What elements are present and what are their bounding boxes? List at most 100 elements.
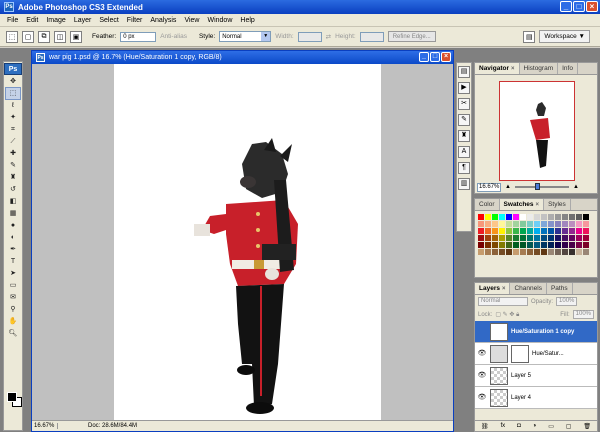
color-swatch[interactable] [478, 249, 484, 255]
color-swatch[interactable] [576, 214, 582, 220]
workspace-button[interactable]: Workspace ▼ [539, 30, 590, 43]
fx-icon[interactable]: fx [501, 423, 506, 429]
color-swatch[interactable] [576, 228, 582, 234]
color-swatch[interactable] [513, 214, 519, 220]
color-swatch[interactable] [548, 242, 554, 248]
color-swatch[interactable] [492, 228, 498, 234]
color-swatch[interactable] [492, 235, 498, 241]
color-swatch[interactable] [569, 242, 575, 248]
marquee-tool-icon[interactable]: ⬚ [5, 87, 21, 100]
color-swatch[interactable] [576, 249, 582, 255]
tool-preset-icon[interactable]: ▤ [523, 30, 536, 43]
color-swatch[interactable] [506, 235, 512, 241]
color-swatch[interactable] [541, 242, 547, 248]
color-swatch[interactable] [548, 249, 554, 255]
menu-select[interactable]: Select [95, 17, 122, 24]
tool-presets-icon[interactable]: ✂ [458, 98, 470, 110]
blend-mode-select[interactable]: Normal [478, 297, 528, 306]
color-swatch[interactable] [534, 235, 540, 241]
color-swatch[interactable] [520, 221, 526, 227]
color-swatch[interactable] [541, 235, 547, 241]
doc-maximize-button[interactable]: □ [430, 52, 440, 62]
zoom-level[interactable]: 16.67% [32, 423, 58, 429]
color-swatch[interactable] [534, 249, 540, 255]
eye-icon[interactable] [477, 327, 487, 337]
notes-tool-icon[interactable]: ✉ [6, 292, 20, 303]
color-swatch[interactable] [562, 221, 568, 227]
color-swatch[interactable] [520, 228, 526, 234]
brushes-panel-icon[interactable]: ✎ [458, 114, 470, 126]
foreground-color-swatch[interactable] [7, 392, 17, 402]
color-swatch[interactable] [506, 221, 512, 227]
color-swatch[interactable] [485, 249, 491, 255]
magic-wand-tool-icon[interactable]: ✦ [6, 112, 20, 123]
slice-tool-icon[interactable]: ⟋ [6, 136, 20, 147]
color-swatch[interactable] [548, 228, 554, 234]
link-icon[interactable]: ⛓ [481, 423, 489, 430]
style-select[interactable]: Normal ▼ [219, 31, 272, 42]
close-icon[interactable]: × [511, 66, 515, 72]
color-swatch[interactable] [499, 221, 505, 227]
tab-swatches[interactable]: Swatches × [499, 199, 545, 210]
color-swatch[interactable] [492, 221, 498, 227]
menu-analysis[interactable]: Analysis [146, 17, 180, 24]
color-swatch[interactable] [541, 221, 547, 227]
eye-icon[interactable]: 👁︎ [477, 349, 487, 359]
new-selection-icon[interactable]: ▢ [22, 30, 34, 43]
close-button[interactable]: × [586, 1, 598, 12]
color-swatch[interactable] [562, 235, 568, 241]
tab-channels[interactable]: Channels [510, 283, 547, 294]
color-swatch[interactable] [527, 221, 533, 227]
layer-row[interactable]: 👁︎ Hue/Satur... [475, 343, 597, 365]
trash-icon[interactable]: 🗑︎ [583, 423, 591, 430]
height-input[interactable] [359, 31, 384, 42]
color-swatch[interactable] [513, 242, 519, 248]
zoom-in-icon[interactable]: ▲ [573, 184, 579, 190]
actions-panel-icon[interactable]: ▶ [458, 82, 470, 94]
color-swatch[interactable] [562, 249, 568, 255]
color-swatch[interactable] [555, 221, 561, 227]
color-swatch[interactable] [569, 235, 575, 241]
layer-comps-icon[interactable]: ▥ [458, 178, 470, 190]
menu-help[interactable]: Help [236, 17, 258, 24]
color-swatch[interactable] [548, 235, 554, 241]
intersect-selection-icon[interactable]: ▣ [70, 30, 82, 43]
color-swatch[interactable] [576, 235, 582, 241]
width-input[interactable] [297, 31, 322, 42]
tab-navigator[interactable]: Navigator × [475, 63, 520, 74]
color-swatch[interactable] [506, 214, 512, 220]
lasso-tool-icon[interactable]: ℓ [6, 100, 20, 111]
color-swatch[interactable] [485, 214, 491, 220]
move-tool-icon[interactable]: ✥ [6, 76, 20, 87]
color-swatch[interactable] [562, 228, 568, 234]
refine-edge-button[interactable]: Refine Edge... [387, 31, 436, 42]
slider-knob[interactable] [534, 183, 540, 190]
color-swatch[interactable] [527, 214, 533, 220]
color-swatch[interactable] [499, 249, 505, 255]
eye-icon[interactable]: 👁︎ [477, 393, 487, 403]
add-mask-icon[interactable]: ◘ [517, 423, 521, 429]
color-swatch[interactable] [555, 242, 561, 248]
eye-icon[interactable]: 👁︎ [477, 371, 487, 381]
menu-view[interactable]: View [180, 17, 203, 24]
color-swatch[interactable] [576, 221, 582, 227]
color-swatch[interactable] [492, 214, 498, 220]
add-selection-icon[interactable]: ⧉ [38, 30, 50, 43]
adjustment-icon[interactable]: ◑ [533, 423, 537, 429]
color-swatch[interactable] [583, 221, 589, 227]
crop-tool-icon[interactable]: ⌗ [6, 124, 20, 135]
brush-tool-icon[interactable]: ✎ [6, 160, 20, 171]
color-swatch[interactable] [548, 214, 554, 220]
color-swatch[interactable] [576, 242, 582, 248]
clone-stamp-icon[interactable]: ♜ [6, 172, 20, 183]
doc-close-button[interactable]: × [441, 52, 451, 62]
tab-histogram[interactable]: Histogram [520, 63, 559, 74]
pen-tool-icon[interactable]: ✒ [6, 244, 20, 255]
color-swatch[interactable] [569, 221, 575, 227]
color-swatch[interactable] [583, 228, 589, 234]
gradient-tool-icon[interactable]: ▦ [6, 208, 20, 219]
paragraph-panel-icon[interactable]: ¶ [458, 162, 470, 174]
color-swatch[interactable] [485, 221, 491, 227]
history-panel-icon[interactable]: ▤ [458, 66, 470, 78]
type-tool-icon[interactable]: T [6, 256, 20, 267]
